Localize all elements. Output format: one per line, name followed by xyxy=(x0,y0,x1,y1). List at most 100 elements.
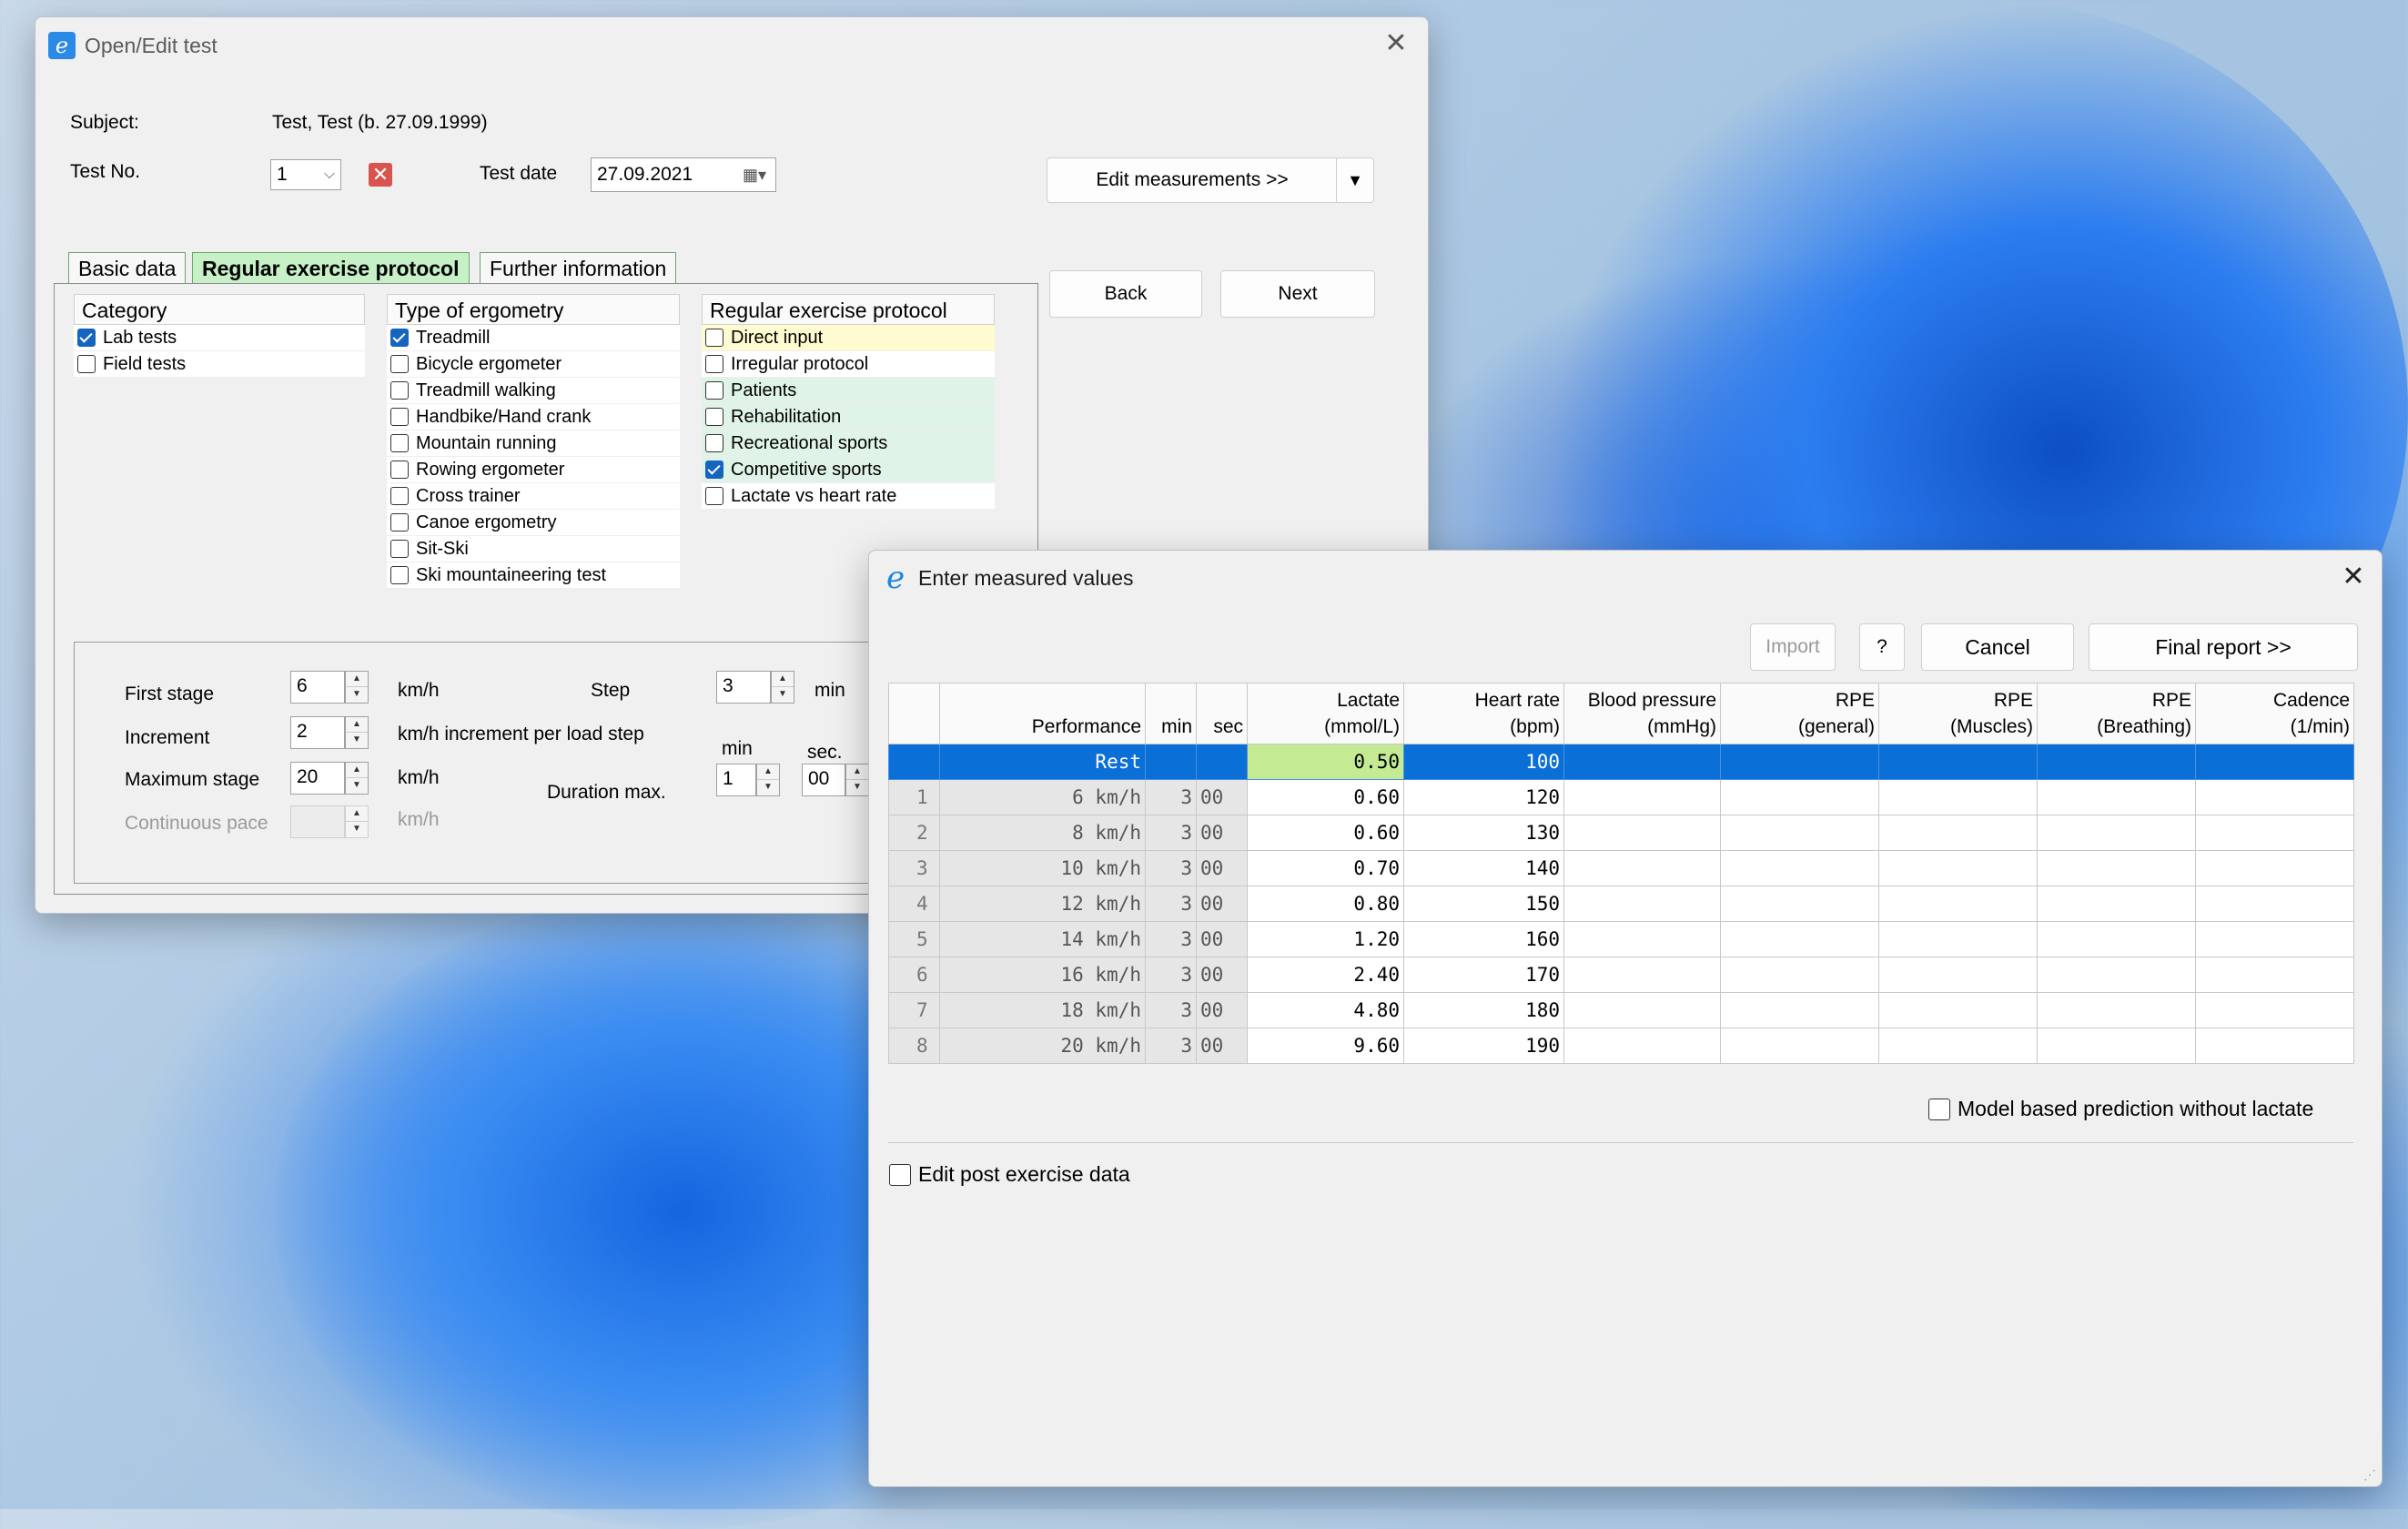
cell-sec[interactable]: 00 xyxy=(1196,850,1248,886)
cell-hr[interactable]: 150 xyxy=(1403,886,1564,922)
import-button[interactable]: Import xyxy=(1750,623,1836,671)
protocol-item[interactable]: Recreational sports xyxy=(702,430,995,457)
cell-empty[interactable] xyxy=(1720,850,1879,886)
column-header[interactable]: RPE (Muscles) xyxy=(1878,683,2038,744)
cell-empty[interactable] xyxy=(2037,921,2196,957)
cell-lactate[interactable]: 2.40 xyxy=(1247,957,1404,993)
cell-empty[interactable] xyxy=(1563,815,1721,851)
testdate-field[interactable]: 27.09.2021 ▦▾ xyxy=(591,157,776,192)
cell-min[interactable]: 3 xyxy=(1145,921,1197,957)
checkbox-icon[interactable] xyxy=(390,329,409,347)
checkbox-icon[interactable] xyxy=(390,540,409,558)
cell-empty[interactable] xyxy=(1878,815,2038,851)
resize-grip-icon[interactable]: ⋰ xyxy=(2363,1467,2376,1483)
column-header[interactable]: Heart rate (bpm) xyxy=(1403,683,1564,744)
protocol-item[interactable]: Competitive sports xyxy=(702,457,995,483)
cancel-button[interactable]: Cancel xyxy=(1921,623,2074,671)
cell-perf[interactable]: Rest xyxy=(939,744,1146,780)
cell-perf[interactable]: 6 km/h xyxy=(939,779,1146,815)
cell-sec[interactable] xyxy=(1196,744,1248,780)
protocol-item[interactable]: Irregular protocol xyxy=(702,351,995,378)
cell-empty[interactable] xyxy=(2037,779,2196,815)
increment-input[interactable]: 2 xyxy=(290,716,345,749)
help-button[interactable]: ? xyxy=(1859,623,1905,671)
increment-spinner[interactable]: ▲ ▼ xyxy=(345,716,369,749)
cell-lactate[interactable]: 9.60 xyxy=(1247,1028,1404,1064)
cell-empty[interactable] xyxy=(2195,1028,2354,1064)
tab-regular-exercise-protocol[interactable]: Regular exercise protocol xyxy=(192,252,470,283)
cell-lactate[interactable]: 0.60 xyxy=(1247,779,1404,815)
checkbox-icon[interactable] xyxy=(390,381,409,400)
column-header[interactable]: Lactate (mmol/L) xyxy=(1247,683,1404,744)
checkbox-icon[interactable] xyxy=(705,408,723,426)
model-prediction-checkbox[interactable]: Model based prediction without lactate xyxy=(1925,1097,2313,1121)
column-header[interactable]: RPE (general) xyxy=(1720,683,1879,744)
checkbox-icon[interactable] xyxy=(705,487,723,505)
column-header[interactable]: Cadence (1/min) xyxy=(2195,683,2354,744)
testno-select[interactable]: 1 ⌵ xyxy=(270,159,341,190)
table-row[interactable]: 16 km/h 3 00 0.60 120 xyxy=(888,779,2354,815)
checkbox-icon[interactable] xyxy=(390,566,409,584)
category-item[interactable]: Field tests xyxy=(74,351,365,378)
edit-measurements-button[interactable]: Edit measurements >> ▼ xyxy=(1047,157,1374,203)
max-stage-input[interactable]: 20 xyxy=(290,762,345,795)
first-stage-input[interactable]: 6 xyxy=(290,671,345,704)
cell-empty[interactable] xyxy=(1878,921,2038,957)
tab-basic-data[interactable]: Basic data xyxy=(68,252,187,283)
cell-empty[interactable] xyxy=(2037,992,2196,1028)
protocol-item[interactable]: Direct input xyxy=(702,325,995,351)
cell-empty[interactable] xyxy=(1878,779,2038,815)
cell-empty[interactable] xyxy=(2195,850,2354,886)
column-header[interactable]: Performance xyxy=(939,683,1146,744)
ergometry-item[interactable]: Handbike/Hand crank xyxy=(387,404,680,430)
checkbox-icon[interactable] xyxy=(77,355,96,373)
cell-empty[interactable] xyxy=(2037,886,2196,922)
cell-empty[interactable] xyxy=(1720,1028,1879,1064)
cell-hr[interactable]: 180 xyxy=(1403,992,1564,1028)
cell-empty[interactable] xyxy=(1878,886,2038,922)
cell-perf[interactable]: 16 km/h xyxy=(939,957,1146,993)
ergometry-item[interactable]: Canoe ergometry xyxy=(387,510,680,536)
cell-sec[interactable]: 00 xyxy=(1196,957,1248,993)
next-button[interactable]: Next xyxy=(1220,270,1375,318)
checkbox-icon[interactable] xyxy=(889,1163,911,1186)
checkbox-icon[interactable] xyxy=(705,461,723,479)
calendar-icon[interactable]: ▦▾ xyxy=(743,158,766,191)
cell-empty[interactable] xyxy=(2195,921,2354,957)
cell-min[interactable]: 3 xyxy=(1145,815,1197,851)
ergometry-item[interactable]: Bicycle ergometer xyxy=(387,351,680,378)
cell-perf[interactable]: 12 km/h xyxy=(939,886,1146,922)
cell-sec[interactable]: 00 xyxy=(1196,815,1248,851)
cell-empty[interactable] xyxy=(1720,815,1879,851)
delete-test-icon[interactable]: ✕ xyxy=(369,163,392,187)
cell-empty[interactable] xyxy=(1563,992,1721,1028)
checkbox-icon[interactable] xyxy=(705,355,723,373)
protocol-item[interactable]: Lactate vs heart rate xyxy=(702,483,995,510)
checkbox-icon[interactable] xyxy=(705,434,723,452)
column-header[interactable]: Blood pressure (mmHg) xyxy=(1563,683,1721,744)
cell-lactate[interactable]: 4.80 xyxy=(1247,992,1404,1028)
cell-empty[interactable] xyxy=(2037,957,2196,993)
cell-empty[interactable] xyxy=(2037,815,2196,851)
post-exercise-checkbox[interactable]: Edit post exercise data xyxy=(885,1162,1130,1187)
table-row[interactable]: 4 12 km/h 3 00 0.80 150 xyxy=(888,886,2354,922)
cell-min[interactable]: 3 xyxy=(1145,1028,1197,1064)
cell-empty[interactable] xyxy=(1720,779,1879,815)
cell-empty[interactable] xyxy=(1720,886,1879,922)
checkbox-icon[interactable] xyxy=(705,329,723,347)
cell-empty[interactable] xyxy=(1563,957,1721,993)
cell-hr[interactable]: 120 xyxy=(1403,779,1564,815)
ergometry-item[interactable]: Ski mountaineering test xyxy=(387,562,680,589)
cell-empty[interactable] xyxy=(2195,992,2354,1028)
cell-empty[interactable] xyxy=(1563,1028,1721,1064)
cell-empty[interactable] xyxy=(2037,1028,2196,1064)
tab-further-information[interactable]: Further information xyxy=(480,252,677,283)
table-row[interactable]: 5 14 km/h 3 00 1.20 160 xyxy=(888,921,2354,957)
cell-empty[interactable] xyxy=(1878,1028,2038,1064)
cell-empty[interactable] xyxy=(1720,957,1879,993)
cell-min[interactable]: 3 xyxy=(1145,850,1197,886)
duration-sec-spinner[interactable]: ▲ ▼ xyxy=(845,764,869,796)
close-icon[interactable]: ✕ xyxy=(1381,28,1411,59)
cell-lactate[interactable]: 0.70 xyxy=(1247,850,1404,886)
cell-empty[interactable] xyxy=(1878,992,2038,1028)
